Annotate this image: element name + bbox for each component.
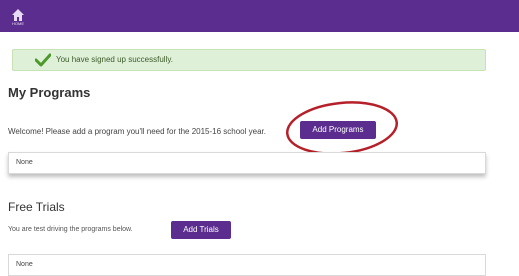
- welcome-text: Welcome! Please add a program you'll nee…: [8, 127, 266, 136]
- programs-list: None: [8, 152, 486, 174]
- home-icon: [12, 9, 24, 21]
- programs-list-value: None: [16, 159, 33, 166]
- trials-list: None: [8, 254, 486, 276]
- home-button[interactable]: [11, 8, 25, 22]
- trials-description: You are test driving the programs below.: [8, 226, 133, 233]
- checkmark-icon: [35, 53, 51, 67]
- add-programs-button[interactable]: Add Programs: [300, 121, 376, 139]
- top-nav-bar: HOME: [0, 0, 519, 32]
- my-programs-heading: My Programs: [8, 85, 91, 100]
- trials-list-value: None: [16, 261, 33, 268]
- add-trials-button[interactable]: Add Trials: [171, 221, 231, 239]
- free-trials-heading: Free Trials: [8, 200, 65, 214]
- success-alert: You have signed up successfully.: [12, 49, 486, 71]
- home-label: HOME: [12, 21, 24, 26]
- success-message: You have signed up successfully.: [56, 55, 173, 64]
